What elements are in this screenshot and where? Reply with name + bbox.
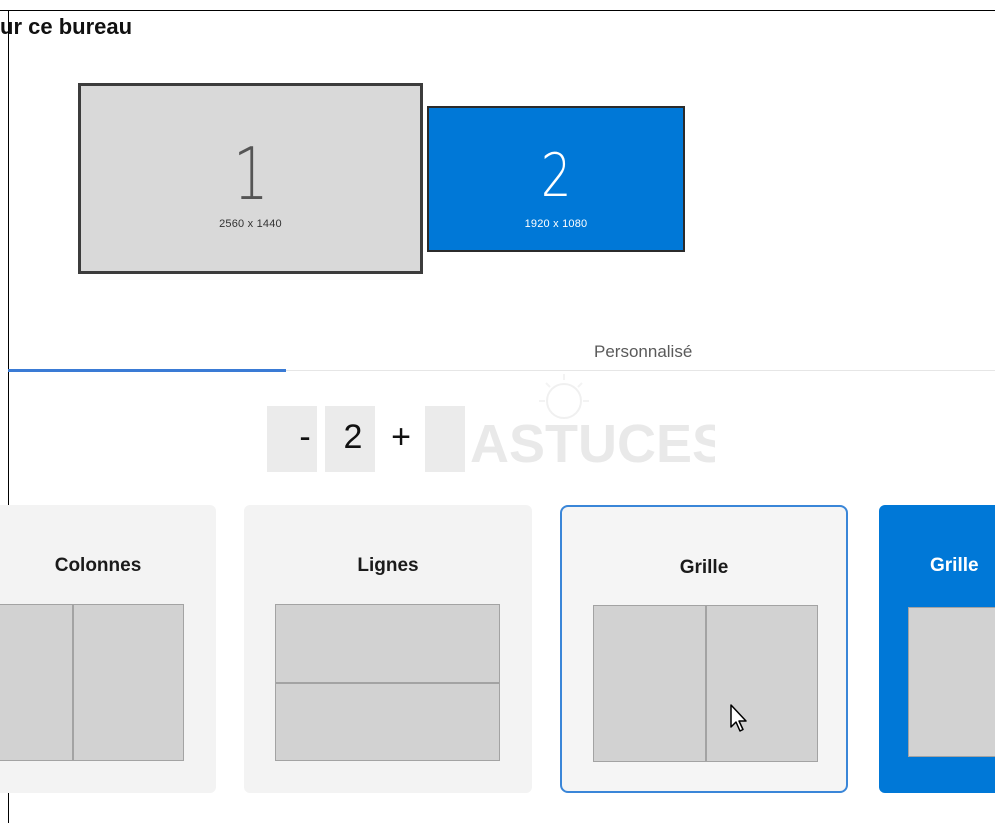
decrement-button[interactable]: - xyxy=(290,418,320,457)
increment-button[interactable]: + xyxy=(386,418,416,457)
layout-preview-rows xyxy=(275,604,500,761)
monitor-2[interactable]: 2 1920 x 1080 xyxy=(427,106,685,252)
window-top-border xyxy=(0,10,995,11)
monitor-2-resolution: 1920 x 1080 xyxy=(524,218,588,230)
preview-divider xyxy=(276,682,499,684)
layout-preview-grid-selected xyxy=(908,607,995,757)
preview-divider xyxy=(72,605,74,760)
layout-card-title: Colonnes xyxy=(54,555,142,576)
watermark-text: ASTUCES xyxy=(470,414,715,472)
monitor-1[interactable]: 1 2560 x 1440 xyxy=(78,83,423,274)
layout-card-lignes[interactable]: Lignes xyxy=(244,505,532,793)
tab-personnalise[interactable]: Personnalisé xyxy=(594,342,692,362)
monitor-1-resolution: 2560 x 1440 xyxy=(219,218,282,230)
preview-divider xyxy=(705,606,707,761)
layout-card-colonnes[interactable]: Colonnes xyxy=(0,505,216,793)
layout-card-title: Grille xyxy=(679,557,729,578)
layout-card-title: Grille xyxy=(930,555,979,576)
monitor-1-number: 1 xyxy=(232,132,269,216)
zone-count-stepper[interactable]: - 2 + xyxy=(290,418,416,457)
zone-count-value: 2 xyxy=(343,418,363,456)
layout-card-grille[interactable]: Grille xyxy=(560,505,848,793)
layout-preview-grid xyxy=(593,605,818,762)
mouse-cursor-icon xyxy=(730,704,747,732)
layout-card-grille-selected[interactable]: Grille xyxy=(879,505,995,793)
layout-card-title: Lignes xyxy=(357,555,419,576)
page-title: ur ce bureau xyxy=(0,14,133,39)
layout-preview-columns xyxy=(0,604,184,761)
monitor-2-number: 2 xyxy=(540,141,572,211)
active-tab-indicator[interactable] xyxy=(8,369,286,372)
